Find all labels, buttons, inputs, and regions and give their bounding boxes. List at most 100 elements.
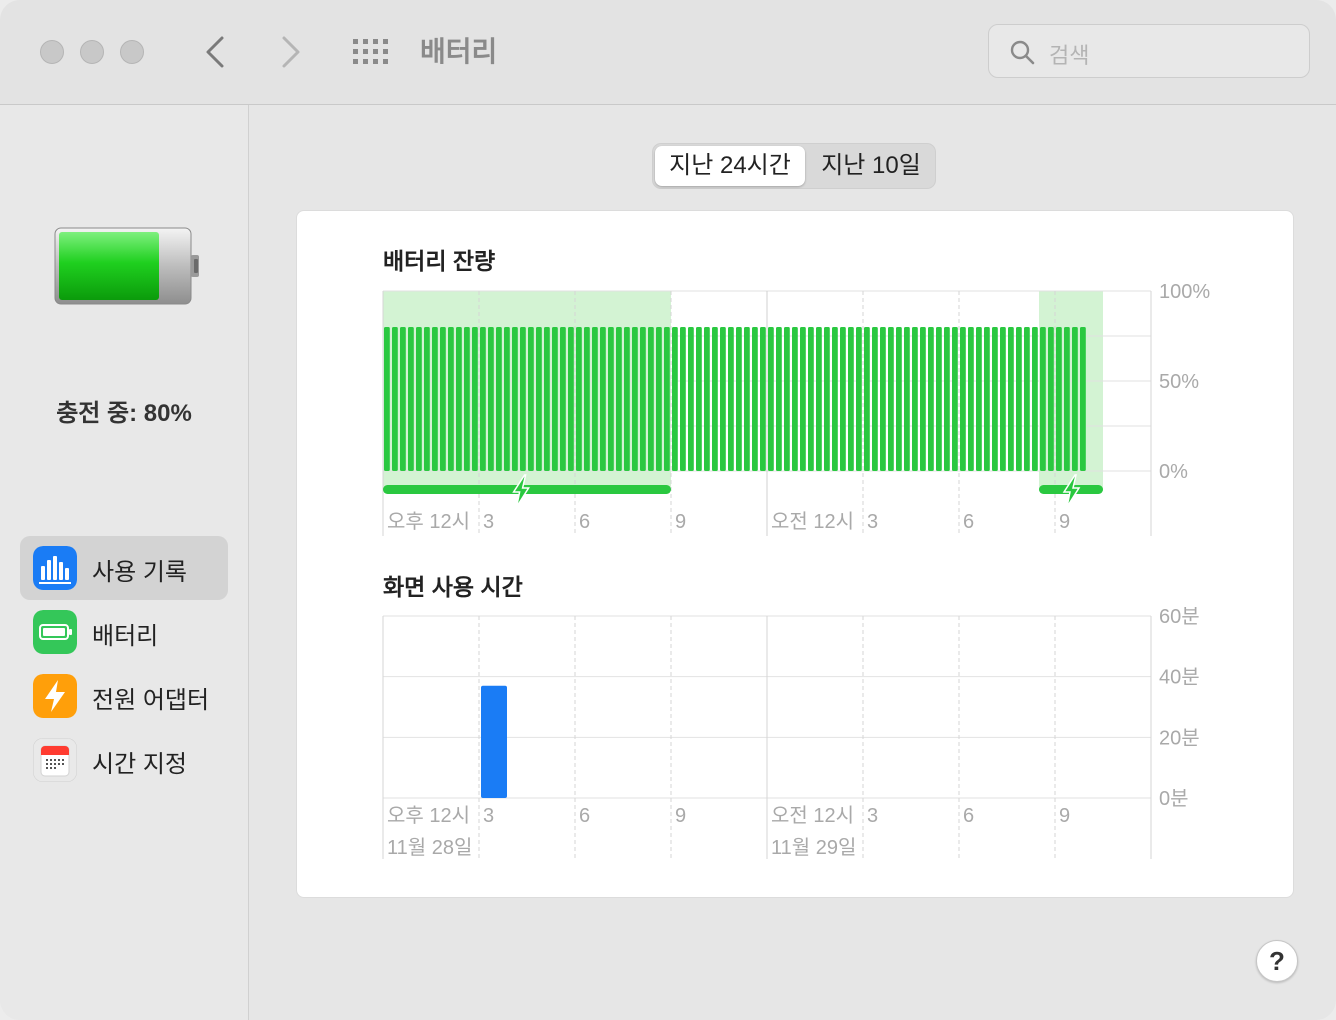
battery-level-bar (696, 327, 702, 471)
battery-level-bar (1016, 327, 1022, 471)
battery-level-bar (736, 327, 742, 471)
screen-time-x-tick-label: 3 (483, 805, 494, 827)
battery-level-bar (784, 327, 790, 471)
battery-level-bar (984, 327, 990, 471)
battery-level-bar (512, 327, 518, 471)
sidebar-item-usage-history[interactable]: 사용 기록 (20, 536, 228, 600)
battery-level-bar (632, 327, 638, 471)
battery-level-bar (440, 327, 446, 471)
battery-level-bar (464, 327, 470, 471)
battery-level-bar (1048, 327, 1054, 471)
battery-level-bar (960, 327, 966, 471)
battery-y-tick-label: 0% (1159, 461, 1188, 483)
screen-time-bar (481, 685, 507, 798)
forward-arrow-icon[interactable] (276, 32, 306, 72)
battery-level-bar (816, 327, 822, 471)
battery-y-tick-label: 100% (1159, 281, 1210, 303)
bolt-icon (33, 674, 77, 718)
screen-time-date-label: 11월 29일 (771, 836, 856, 859)
battery-level-bar (840, 327, 846, 471)
battery-chart-title: 배터리 잔량 (383, 248, 495, 274)
battery-level-bar (920, 327, 926, 471)
help-button[interactable]: ? (1256, 940, 1298, 982)
battery-level-bar (472, 327, 478, 471)
battery-level-bar (936, 327, 942, 471)
battery-level-bar (768, 327, 774, 471)
calendar-icon (33, 738, 77, 782)
battery-level-bar (448, 327, 454, 471)
battery-x-tick-label: 9 (1059, 511, 1070, 533)
battery-level-bar (392, 327, 398, 471)
battery-level-bar (776, 327, 782, 471)
screen-time-x-tick-label: 9 (1059, 805, 1070, 827)
battery-level-bar (408, 327, 414, 471)
battery-level-bar (560, 327, 566, 471)
screen-time-x-tick-label: 3 (867, 805, 878, 827)
battery-level-bar (752, 327, 758, 471)
battery-level-bar (1032, 327, 1038, 471)
battery-level-bar (1040, 327, 1046, 471)
battery-level-bar (536, 327, 542, 471)
search-icon (1010, 40, 1035, 65)
battery-level-bar (744, 327, 750, 471)
battery-level-bar (792, 327, 798, 471)
battery-x-tick-label: 3 (867, 511, 878, 533)
screen-time-y-tick-label: 60분 (1159, 606, 1200, 628)
sidebar-item-label: 전원 어댑터 (92, 687, 210, 714)
battery-level-bar (648, 327, 654, 471)
screen-time-x-tick-label: 오후 12시 (387, 804, 470, 827)
screen-time-x-tick-label: 6 (963, 805, 974, 827)
zoom-window-button[interactable] (120, 40, 144, 64)
battery-level-bar (888, 327, 894, 471)
battery-level-bar (496, 327, 502, 471)
battery-level-bar (384, 327, 390, 471)
screen-time-date-label: 11월 28일 (387, 836, 472, 859)
battery-level-bar (1024, 327, 1030, 471)
show-all-grid-icon[interactable] (352, 38, 390, 66)
search-field[interactable]: 검색 (988, 24, 1310, 78)
battery-level-bar (416, 327, 422, 471)
battery-level-bar (1008, 327, 1014, 471)
battery-level-bar (808, 327, 814, 471)
battery-level-bar (688, 327, 694, 471)
sidebar-item-battery[interactable]: 배터리 (20, 600, 228, 664)
sidebar-item-label: 배터리 (92, 623, 159, 650)
back-arrow-icon[interactable] (200, 32, 230, 72)
battery-level-bar (680, 327, 686, 471)
battery-level-bar (624, 327, 630, 471)
battery-level-bar (968, 327, 974, 471)
time-range-segmented-control[interactable]: 지난 24시간 지난 10일 (652, 143, 936, 189)
battery-x-tick-label: 9 (675, 511, 686, 533)
segment-last-24-hours[interactable]: 지난 24시간 (655, 146, 805, 186)
battery-level-bar (832, 327, 838, 471)
battery-level-bar (568, 327, 574, 471)
sidebar-item-schedule[interactable]: 시간 지정 (20, 728, 228, 792)
battery-level-bar (664, 327, 670, 471)
battery-level-bar (800, 327, 806, 471)
battery-level-bar (584, 327, 590, 471)
minimize-window-button[interactable] (80, 40, 104, 64)
battery-level-bar (848, 327, 854, 471)
battery-x-tick-label: 6 (963, 511, 974, 533)
battery-x-tick-label: 오후 12시 (387, 510, 470, 533)
battery-level-bar (608, 327, 614, 471)
battery-level-bar (864, 327, 870, 471)
battery-level-bar (552, 327, 558, 471)
segment-last-10-days[interactable]: 지난 10일 (809, 146, 933, 186)
battery-level-bar (896, 327, 902, 471)
battery-preferences-window: 배터리 검색 충전 중: 80% 사용 기록 배터리 전원 어댑터 시간 지정 … (0, 0, 1336, 1020)
screen-time-y-tick-label: 20분 (1159, 727, 1200, 749)
battery-level-bar (904, 327, 910, 471)
close-window-button[interactable] (40, 40, 64, 64)
screen-time-x-tick-label: 9 (675, 805, 686, 827)
battery-level-bar (1072, 327, 1078, 471)
battery-level-bar (640, 327, 646, 471)
battery-level-bar (544, 327, 550, 471)
battery-y-tick-label: 50% (1159, 371, 1199, 393)
battery-level-bar (616, 327, 622, 471)
battery-level-bar (728, 327, 734, 471)
sidebar-item-power-adapter[interactable]: 전원 어댑터 (20, 664, 228, 728)
battery-level-bar (592, 327, 598, 471)
battery-level-bar (880, 327, 886, 471)
window-title: 배터리 (420, 36, 498, 67)
